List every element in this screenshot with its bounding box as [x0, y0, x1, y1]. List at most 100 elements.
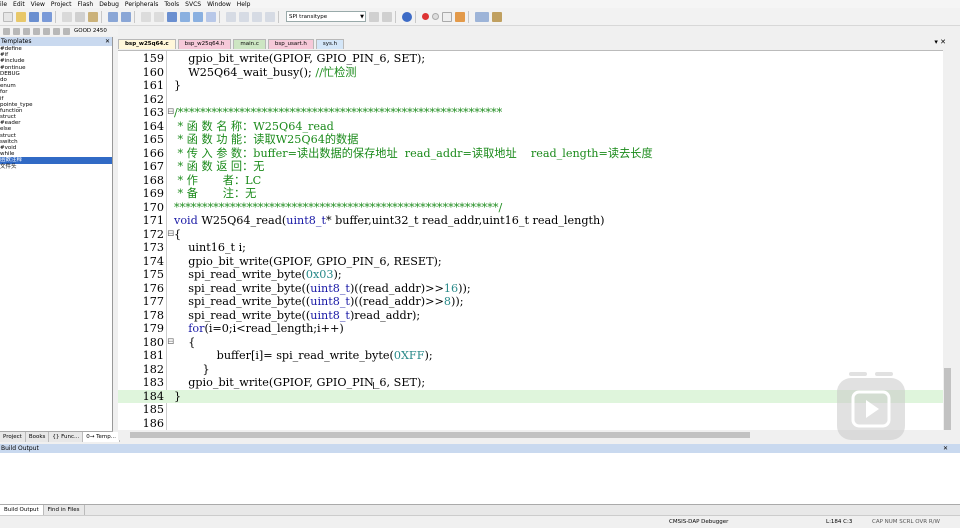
- editor-tab[interactable]: bsp_w25q64.h: [177, 39, 232, 49]
- breakpoint-icon[interactable]: [422, 13, 429, 20]
- code-line[interactable]: 163 ⊟/***********************************…: [118, 106, 943, 120]
- template-item[interactable]: 文件头: [0, 164, 112, 170]
- horizontal-scroll-thumb[interactable]: [130, 432, 750, 438]
- manage-components-icon[interactable]: [63, 27, 70, 35]
- left-panel-tab[interactable]: Books: [26, 432, 50, 442]
- nav-forward-icon[interactable]: [154, 11, 164, 22]
- editor-tab[interactable]: bsp_usart.h: [267, 39, 314, 49]
- code-line[interactable]: 183 gpio_bit_write(GPIOF, GPIO_PIN_6, SE…: [118, 376, 943, 390]
- code-editor[interactable]: 159 gpio_bit_write(GPIOF, GPIO_PIN_6, SE…: [118, 50, 943, 430]
- editor-tab[interactable]: sys.h: [315, 39, 345, 49]
- options-icon[interactable]: [455, 11, 465, 22]
- menu-item[interactable]: Edit: [13, 1, 25, 8]
- save-icon[interactable]: [29, 11, 39, 22]
- menu-item[interactable]: Debug: [99, 1, 119, 8]
- undo-icon[interactable]: [108, 11, 118, 22]
- menu-item[interactable]: Help: [237, 1, 251, 8]
- code-line[interactable]: 167 * 函 数 返 回：无: [118, 160, 943, 174]
- left-panel-tab[interactable]: {} Func...: [49, 432, 84, 442]
- breakpoint-disable-icon[interactable]: [432, 13, 439, 20]
- open-folder-icon[interactable]: [16, 11, 26, 22]
- close-icon[interactable]: ✕: [105, 37, 110, 46]
- target-options-icon[interactable]: [53, 27, 60, 35]
- code-line[interactable]: 185: [118, 403, 943, 417]
- code-line[interactable]: 169 * 备 注：无: [118, 187, 943, 201]
- paste-icon[interactable]: [88, 11, 98, 22]
- menu-item[interactable]: Tools: [164, 1, 179, 8]
- line-number: 182: [142, 362, 164, 376]
- menu-item[interactable]: Flash: [77, 1, 93, 8]
- uncomment-icon[interactable]: [265, 11, 275, 22]
- find-icon[interactable]: [369, 11, 379, 22]
- menu-item[interactable]: Peripherals: [125, 1, 158, 8]
- code-line[interactable]: 176 spi_read_write_byte((uint8_t)((read_…: [118, 282, 943, 296]
- build-output-tab[interactable]: Find in Files: [44, 505, 85, 515]
- bookmark-next-icon[interactable]: [193, 11, 203, 22]
- nav-back-icon[interactable]: [141, 11, 151, 22]
- tab-list-icon[interactable]: ▾: [934, 38, 938, 46]
- menu-item[interactable]: SVCS: [185, 1, 201, 8]
- code-line[interactable]: 177 spi_read_write_byte((uint8_t)((read_…: [118, 295, 943, 309]
- compile-icon[interactable]: [3, 27, 10, 35]
- code-line[interactable]: 181 buffer[i]= spi_read_write_byte(0XFF)…: [118, 349, 943, 363]
- code-line[interactable]: 174 gpio_bit_write(GPIOF, GPIO_PIN_6, RE…: [118, 255, 943, 269]
- download-icon[interactable]: [43, 27, 50, 35]
- target-combo[interactable]: SPI transitype ▼: [286, 11, 366, 22]
- menu-item[interactable]: Window: [207, 1, 231, 8]
- code-line[interactable]: 159 gpio_bit_write(GPIOF, GPIO_PIN_6, SE…: [118, 52, 943, 66]
- left-panel-tab[interactable]: 0→ Temp...: [83, 432, 121, 442]
- window-layout-icon[interactable]: [475, 11, 489, 22]
- code-line[interactable]: 182 }: [118, 363, 943, 377]
- stop-build-icon[interactable]: [33, 27, 40, 35]
- code-line[interactable]: 175 spi_read_write_byte(0x03);: [118, 268, 943, 282]
- code-line[interactable]: 184}: [118, 389, 943, 403]
- build-icon[interactable]: [13, 27, 20, 35]
- vertical-scroll-thumb[interactable]: [944, 368, 951, 430]
- left-panel-tab[interactable]: Project: [0, 432, 26, 442]
- new-file-icon[interactable]: [3, 11, 13, 22]
- cut-icon[interactable]: [62, 11, 72, 22]
- close-icon[interactable]: ✕: [940, 38, 946, 46]
- debug-icon[interactable]: [402, 11, 412, 22]
- copy-icon[interactable]: [75, 11, 85, 22]
- close-icon[interactable]: ✕: [943, 444, 948, 453]
- build-output-tab[interactable]: Build Output: [0, 505, 44, 515]
- code-line[interactable]: 178 spi_read_write_byte((uint8_t)read_ad…: [118, 309, 943, 323]
- indent-icon[interactable]: [226, 11, 236, 22]
- vertical-scrollbar[interactable]: [943, 50, 952, 430]
- code-line[interactable]: 166 * 传 入 参 数：buffer=读出数据的保存地址 read_addr…: [118, 147, 943, 161]
- comment-icon[interactable]: [252, 11, 262, 22]
- code-line[interactable]: 171 void W25Q64_read(uint8_t* buffer,uint…: [118, 214, 943, 228]
- find-in-files-icon[interactable]: [382, 11, 392, 22]
- code-line[interactable]: 173 uint16_t i;: [118, 241, 943, 255]
- code-line[interactable]: 164 * 函 数 名 称：W25Q64_read: [118, 120, 943, 134]
- bookmark-clear-icon[interactable]: [206, 11, 216, 22]
- code-line[interactable]: 168 * 作 者：LC: [118, 174, 943, 188]
- editor-tab[interactable]: bsp_w25q64.c: [118, 39, 176, 49]
- wrench-icon[interactable]: [492, 11, 502, 22]
- goto-combo[interactable]: GOOD 2450: [74, 28, 107, 34]
- rebuild-icon[interactable]: [23, 27, 30, 35]
- build-output-pane[interactable]: [0, 453, 960, 505]
- unindent-icon[interactable]: [239, 11, 249, 22]
- editor-tab[interactable]: main.c: [233, 39, 266, 49]
- code-line[interactable]: 179 for(i=0;i<read_length;i++): [118, 322, 943, 336]
- bookmark-icon[interactable]: [167, 11, 177, 22]
- code-line[interactable]: 161}: [118, 79, 943, 93]
- code-line[interactable]: 180 ⊟ {: [118, 336, 943, 350]
- save-all-icon[interactable]: [42, 11, 52, 22]
- code-line[interactable]: 165 * 函 数 功 能：读取W25Q64的数据: [118, 133, 943, 147]
- bookmark-prev-icon[interactable]: [180, 11, 190, 22]
- menu-item[interactable]: Project: [51, 1, 72, 8]
- code-line[interactable]: 186: [118, 417, 943, 431]
- horizontal-scrollbar[interactable]: [118, 430, 943, 440]
- code-line[interactable]: 170 *************************************…: [118, 201, 943, 215]
- code-line[interactable]: 160 W25Q64_wait_busy(); //忙检测: [118, 66, 943, 80]
- menu-item[interactable]: View: [31, 1, 45, 8]
- breakpoint-clear-icon[interactable]: [442, 11, 452, 22]
- code-line[interactable]: 172 ⊟{: [118, 228, 943, 242]
- video-play-overlay[interactable]: [837, 372, 905, 440]
- redo-icon[interactable]: [121, 11, 131, 22]
- menu-item[interactable]: File: [0, 1, 7, 8]
- code-line[interactable]: 162: [118, 93, 943, 107]
